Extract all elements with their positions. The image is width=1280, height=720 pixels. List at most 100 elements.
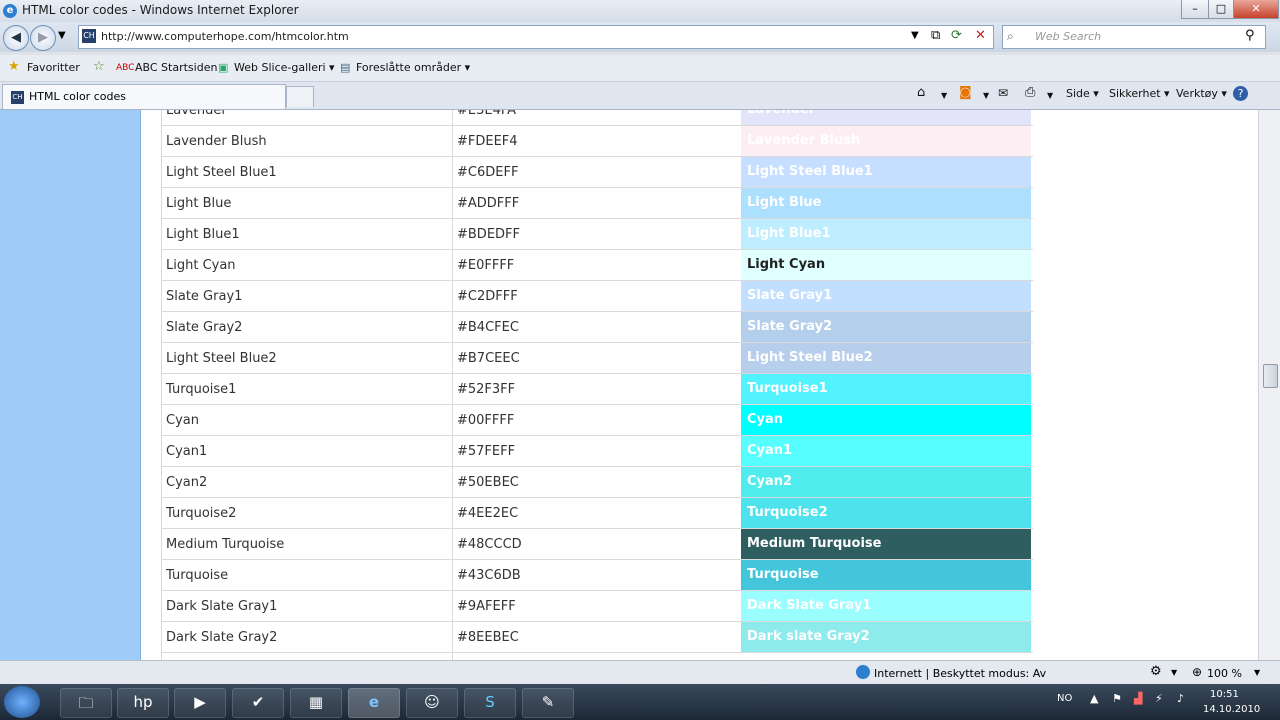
taskbar-app-chart[interactable]: ▦ [290,688,342,718]
abc-icon: ABC [116,63,135,73]
zoom-dropdown-icon[interactable]: ▼ [1254,668,1260,677]
minimize-button[interactable]: – [1181,0,1209,19]
taskbar-skype[interactable]: S [464,688,516,718]
color-swatch: Light Blue1 [741,219,1031,249]
color-swatch: Cyan2 [741,467,1031,497]
compatibility-view-icon[interactable]: ⧉ [931,28,940,43]
color-name: Light Blue [166,196,232,211]
color-code: #E3E4FA [457,110,517,118]
recent-pages-dropdown-icon[interactable]: ▼ [58,30,66,41]
maximize-button[interactable]: □ [1208,0,1234,19]
taskbar-messenger[interactable]: ☺ [406,688,458,718]
close-window-button[interactable]: ✕ [1233,0,1279,19]
color-name: Slate Gray2 [166,320,243,335]
home-dropdown-icon[interactable]: ▼ [941,91,947,100]
paint-icon: ✎ [541,693,555,711]
color-code: #4EE2EC [457,506,519,521]
color-code: #9AFEFF [457,599,516,614]
search-placeholder: Web Search [1035,30,1102,43]
refresh-icon[interactable]: ⟳ [951,28,962,43]
swatch-label: Turquoise1 [747,381,828,396]
home-icon[interactable]: ⌂ [917,85,925,100]
ie-icon: e [368,693,380,711]
color-code: #E0FFFF [457,258,515,273]
address-url[interactable]: http://www.computerhope.com/htmcolor.htm [101,30,349,43]
zoom-icon[interactable]: ⊕ [1192,665,1202,679]
taskbar-app-paint[interactable]: ✎ [522,688,574,718]
page-menu[interactable]: Side ▾ [1066,87,1099,100]
language-indicator[interactable]: NO [1057,693,1072,704]
taskbar-app-check[interactable]: ✔ [232,688,284,718]
search-box[interactable]: ⌕ Web Search ⚲ [1002,25,1266,49]
feeds-icon[interactable]: ◙ [959,85,972,100]
search-provider-icon[interactable]: ⌕ [1007,29,1014,44]
help-icon[interactable]: ? [1233,86,1248,101]
zone-status: Internett | Beskyttet modus: Av [874,667,1047,680]
color-code: #57FEFF [457,444,516,459]
swatch-label: Dark Slate Gray1 [747,598,872,613]
swatch-label: Light Steel Blue1 [747,164,873,179]
color-code: #00FFFF [457,413,515,428]
scroll-thumb[interactable] [1263,364,1278,388]
left-sidebar [0,110,141,660]
print-dropdown-icon[interactable]: ▼ [1047,91,1053,100]
color-name: Light Steel Blue2 [166,351,277,366]
safety-menu[interactable]: Sikkerhet ▾ [1109,87,1170,100]
zoom-level[interactable]: 100 % [1207,667,1242,680]
add-favorites-icon[interactable]: ☆ [93,59,105,74]
taskbar-explorer[interactable]: 🗀 [60,688,112,718]
color-name: Dark Slate Gray1 [166,599,278,614]
address-bar[interactable]: CH http://www.computerhope.com/htmcolor.… [78,25,994,49]
swatch-label: Cyan1 [747,443,793,458]
new-tab-button[interactable] [286,86,314,107]
color-code: #B7CEEC [457,351,520,366]
table-row: Turquoise2 #4EE2EC Turquoise2 [161,498,1033,529]
volume-icon[interactable]: ♪ [1177,692,1184,705]
read-mail-icon[interactable]: ✉ [998,86,1008,100]
swatch-label: Turquoise [747,567,819,582]
feeds-dropdown-icon[interactable]: ▼ [983,91,989,100]
internet-zone-icon [856,665,870,679]
network-icon[interactable]: ▟ [1134,692,1142,705]
table-row: Light Blue1 #BDEDFF Light Blue1 [161,219,1033,250]
tab-label: HTML color codes [29,90,126,103]
vertical-scrollbar[interactable] [1258,110,1280,660]
color-name: Cyan [166,413,199,428]
taskbar-hp[interactable]: hp [117,688,169,718]
swatch-label: Light Cyan [747,257,826,272]
favorites-button[interactable]: Favoritter [27,61,80,74]
protected-mode-icon[interactable]: ⚙ [1150,664,1162,679]
table-row: Cyan1 #57FEFF Cyan1 [161,436,1033,467]
table-row: Light Cyan #E0FFFF Light Cyan [161,250,1033,281]
fav-abc-startsiden[interactable]: ABC Startsiden [135,61,217,74]
color-swatch: Dark Slate Gray1 [741,591,1031,621]
fav-suggested-sites[interactable]: Foreslåtte områder ▾ [356,61,470,74]
messenger-icon: ☺ [424,693,440,711]
color-swatch: Slate Gray1 [741,281,1031,311]
clock-date[interactable]: 14.10.2010 [1203,704,1260,715]
color-name: Lavender Blush [166,134,267,149]
back-icon[interactable]: ◀ [3,25,29,51]
color-name: Turquoise1 [166,382,237,397]
forward-icon[interactable]: ▶ [30,25,56,51]
taskbar-internet-explorer[interactable]: e [348,688,400,718]
search-icon[interactable]: ⚲ [1245,28,1255,43]
color-swatch: Medium Turquoise [741,529,1031,559]
table-row: Lavender #E3E4FA Lavender [161,110,1033,126]
color-swatch: Turquoise [741,560,1031,590]
status-dropdown-icon[interactable]: ▼ [1171,668,1177,677]
tab-html-color-codes[interactable]: CH HTML color codes [2,84,286,109]
color-code: #B4CFEC [457,320,519,335]
table-row: Turquoise1 #52F3FF Turquoise1 [161,374,1033,405]
power-icon[interactable]: ⚡ [1155,692,1163,705]
stop-icon[interactable]: ✕ [975,28,986,43]
tools-menu[interactable]: Verktøy ▾ [1176,87,1227,100]
taskbar-media[interactable]: ▶ [174,688,226,718]
address-dropdown-icon[interactable]: ▼ [911,30,919,41]
clock-time[interactable]: 10:51 [1210,689,1239,700]
fav-web-slice[interactable]: Web Slice-galleri ▾ [234,61,335,74]
print-icon[interactable]: ⎙ [1025,85,1035,100]
flag-icon[interactable]: ⚑ [1112,692,1122,705]
tray-expand-icon[interactable]: ▲ [1090,692,1098,705]
start-button[interactable] [4,686,40,718]
